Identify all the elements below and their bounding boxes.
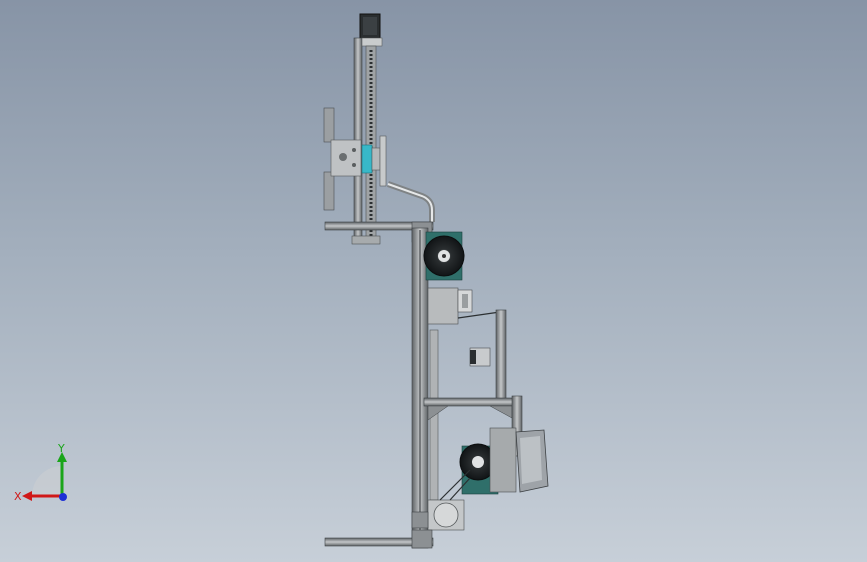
x-axis-arrowhead xyxy=(22,491,32,501)
y-axis-label: Y xyxy=(57,442,65,455)
graphics-viewport[interactable]: Y X xyxy=(0,0,867,562)
lower-roller-wheel xyxy=(459,427,549,495)
x-axis-label: X xyxy=(14,490,22,503)
curved-guide-arm xyxy=(387,181,435,222)
top-stepper-motor xyxy=(359,13,381,39)
upper-roller-wheel xyxy=(423,231,465,281)
coordinate-triad: Y X xyxy=(10,440,80,510)
middle-motor-block xyxy=(427,287,507,401)
cad-model-view[interactable] xyxy=(0,0,867,562)
bottom-base-bar xyxy=(324,529,434,549)
triad-plane xyxy=(32,466,62,496)
z-axis-dot xyxy=(59,493,67,501)
